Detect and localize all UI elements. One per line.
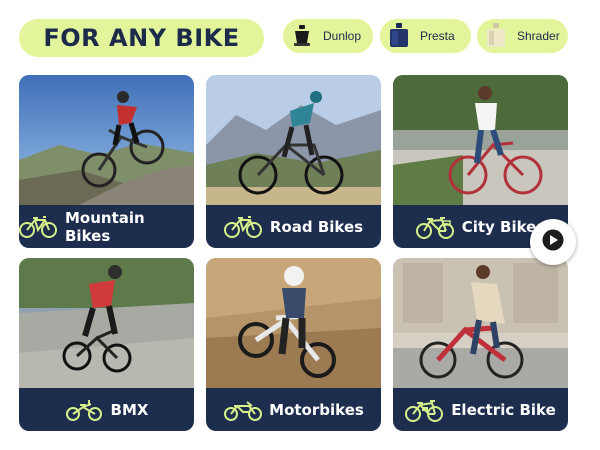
e-bike-rider-photo (393, 258, 568, 388)
dirt-bike-rider-photo (206, 258, 381, 388)
card-mountain-bikes: Mountain Bikes (19, 75, 194, 248)
card-caption: Electric Bike (393, 388, 568, 431)
card-caption: Mountain Bikes (19, 205, 194, 248)
title-badge: FOR ANY BIKE (19, 19, 264, 57)
card-road-bikes: Road Bikes (206, 75, 381, 248)
valve-shrader-badge: Shrader (477, 19, 568, 53)
electric-bicycle-icon (405, 398, 444, 422)
valve-label: Presta (420, 29, 455, 43)
city-cyclist-photo (393, 75, 568, 205)
card-electric-bike: Electric Bike (393, 258, 568, 431)
shrader-valve-icon (483, 23, 509, 49)
valve-label: Shrader (517, 29, 560, 43)
bicycle-icon (223, 215, 262, 239)
card-label: Mountain Bikes (65, 208, 145, 245)
road-cyclist-photo (206, 75, 381, 205)
card-label: Electric Bike (451, 400, 556, 419)
city-bicycle-icon (415, 215, 454, 239)
card-caption: BMX (19, 388, 194, 431)
next-button[interactable] (530, 219, 576, 265)
card-label: BMX (110, 400, 149, 419)
valve-label: Dunlop (323, 29, 362, 43)
card-caption: Motorbikes (206, 388, 381, 431)
card-label: Road Bikes (269, 217, 364, 236)
bicycle-icon (19, 215, 57, 239)
page-title: FOR ANY BIKE (43, 24, 240, 52)
dunlop-valve-icon (289, 23, 315, 49)
card-label: Motorbikes (269, 400, 364, 419)
motorbike-icon (223, 398, 263, 422)
valve-presta-badge: Presta (380, 19, 471, 53)
card-caption: Road Bikes (206, 205, 381, 248)
mountain-biker-photo (19, 75, 194, 205)
card-motorbikes: Motorbikes (206, 258, 381, 431)
bmx-bicycle-icon (65, 398, 103, 422)
bmx-rider-photo (19, 258, 194, 388)
card-bmx: BMX (19, 258, 194, 431)
play-arrow-icon (542, 229, 564, 256)
presta-valve-icon (386, 23, 412, 49)
valve-dunlop-badge: Dunlop (283, 19, 373, 53)
